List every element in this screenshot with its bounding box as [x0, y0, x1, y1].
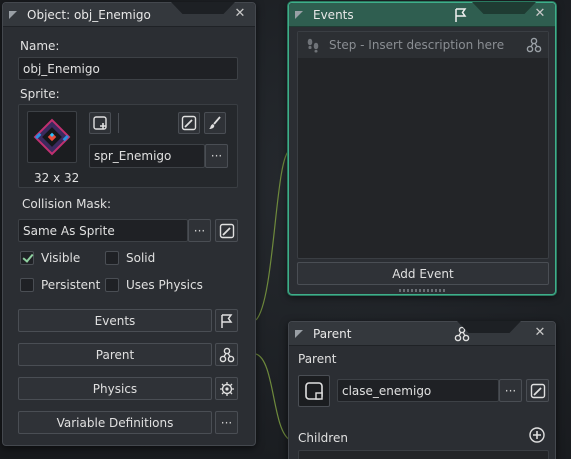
- collapse-corner-icon[interactable]: [9, 9, 21, 21]
- ellipsis-icon: ···: [220, 415, 233, 430]
- parent-label: Parent: [298, 352, 337, 366]
- uses-physics-label: Uses Physics: [126, 278, 203, 292]
- physics-button[interactable]: Physics: [18, 377, 212, 400]
- parent-edit-button[interactable]: [526, 379, 549, 402]
- physics-icon: [219, 381, 234, 396]
- edit-image-icon: [530, 383, 545, 398]
- edit-sprite-button[interactable]: [178, 112, 200, 134]
- events-list[interactable]: Step - Insert description here: [297, 31, 549, 259]
- plus-circle-icon[interactable]: [528, 426, 546, 444]
- edit-image-icon: [219, 223, 234, 238]
- ellipsis-icon: ···: [210, 149, 223, 163]
- new-sprite-icon: [93, 116, 107, 130]
- visible-checkbox[interactable]: [20, 251, 34, 265]
- events-panel-title: Events: [313, 7, 354, 22]
- object-panel-title: Object: obj_Enemigo: [27, 7, 151, 22]
- sprite-preview[interactable]: [27, 111, 77, 163]
- sprite-thumbnail-icon: [33, 118, 71, 156]
- hierarchy-icon: [219, 347, 234, 362]
- close-icon[interactable]: ✕: [533, 326, 547, 340]
- parent-button[interactable]: Parent: [18, 343, 212, 366]
- ellipsis-icon: ···: [504, 383, 517, 398]
- events-panel: Events ✕ Step - Insert description here …: [288, 2, 556, 295]
- persistent-checkbox[interactable]: [20, 278, 34, 292]
- close-icon[interactable]: ✕: [233, 7, 247, 21]
- collision-mask-label: Collision Mask:: [22, 197, 112, 211]
- children-label: Children: [298, 431, 348, 445]
- collision-browse-button[interactable]: ···: [188, 219, 211, 242]
- parent-panel-title: Parent: [313, 326, 352, 341]
- paint-sprite-button[interactable]: [204, 112, 226, 134]
- sprite-browse-button[interactable]: ···: [205, 144, 228, 168]
- variable-definitions-more-button[interactable]: ···: [215, 411, 238, 434]
- parent-panel: Parent ✕ Parent clase_enemigo ··· Childr…: [288, 321, 556, 459]
- children-list[interactable]: [298, 450, 549, 459]
- sprite-name-field[interactable]: spr_Enemigo: [89, 144, 205, 168]
- ellipsis-icon: ···: [193, 223, 206, 238]
- variable-definitions-button[interactable]: Variable Definitions: [18, 411, 212, 434]
- sprite-divider: [118, 113, 119, 133]
- events-button[interactable]: Events: [18, 309, 212, 332]
- parent-icon-button[interactable]: [215, 343, 238, 366]
- brush-icon: [209, 116, 221, 129]
- collapse-corner-icon[interactable]: [295, 328, 307, 340]
- object-icon: [305, 382, 323, 400]
- new-sprite-button[interactable]: [89, 112, 111, 134]
- collapse-corner-icon[interactable]: [295, 9, 307, 21]
- parent-object-thumbnail[interactable]: [298, 375, 330, 407]
- uses-physics-checkbox[interactable]: [105, 278, 119, 292]
- physics-icon-button[interactable]: [215, 377, 238, 400]
- events-icon-button[interactable]: [215, 309, 238, 332]
- resize-grip[interactable]: [399, 289, 447, 292]
- sprite-size: 32 x 32: [34, 171, 80, 185]
- name-label: Name:: [20, 39, 60, 53]
- object-panel: Object: obj_Enemigo ✕ Name: obj_Enemigo …: [2, 2, 256, 446]
- edit-image-icon: [181, 115, 197, 131]
- footsteps-icon: [307, 38, 319, 53]
- close-icon[interactable]: ✕: [533, 7, 547, 21]
- parent-browse-button[interactable]: ···: [499, 379, 522, 402]
- sprite-label: Sprite:: [20, 87, 60, 101]
- step-event-row[interactable]: Step - Insert description here: [298, 32, 548, 58]
- step-event-placeholder[interactable]: Step - Insert description here: [329, 38, 504, 52]
- solid-label: Solid: [126, 251, 156, 265]
- hierarchy-icon: [526, 37, 542, 53]
- visible-label: Visible: [41, 251, 81, 265]
- solid-checkbox[interactable]: [105, 251, 119, 265]
- parent-object-field[interactable]: clase_enemigo: [337, 379, 499, 402]
- persistent-label: Persistent: [41, 278, 101, 292]
- flag-icon: [220, 313, 232, 328]
- collision-mask-field[interactable]: Same As Sprite: [18, 219, 188, 242]
- collision-edit-button[interactable]: [215, 219, 238, 242]
- add-event-button[interactable]: Add Event: [297, 262, 549, 285]
- flag-icon: [455, 8, 467, 22]
- name-field[interactable]: obj_Enemigo: [18, 57, 238, 80]
